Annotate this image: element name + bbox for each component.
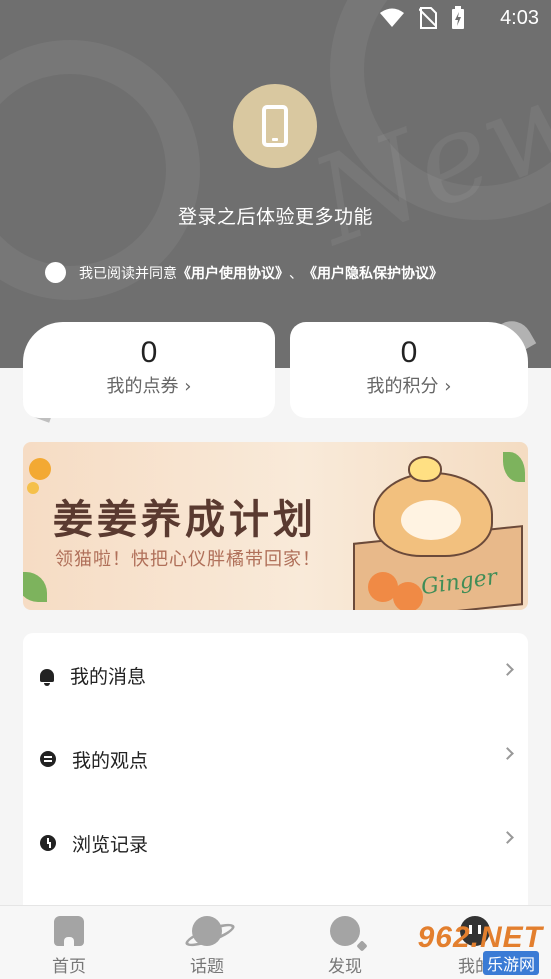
no-sim-icon <box>419 7 437 29</box>
user-agreement-link[interactable]: 《用户使用协议》 <box>177 263 289 283</box>
status-time: 4:03 <box>500 7 539 29</box>
battery-charging-icon <box>452 6 464 29</box>
chevron-right-icon <box>501 831 514 844</box>
points-count: 0 <box>400 336 418 369</box>
agreement-prefix: 我已阅读并同意 <box>79 265 177 282</box>
watermark-main: 962.NET <box>417 921 543 954</box>
bell-icon <box>40 668 54 686</box>
chevron-right-icon <box>501 747 514 760</box>
watermark-sub: 乐游网 <box>482 951 539 975</box>
menu-item-messages[interactable]: 我的消息 <box>23 633 528 717</box>
clock-icon <box>40 835 56 851</box>
wifi-icon <box>380 8 404 27</box>
agreement-separator: 、 <box>289 265 303 282</box>
coupon-label: 我的点券 › <box>106 376 192 397</box>
nav-home[interactable]: 首页 <box>24 906 114 977</box>
cat-face <box>401 500 461 540</box>
chick-illustration <box>408 456 442 482</box>
home-icon <box>54 916 84 946</box>
watermark-logo: 962.NET 乐游网 <box>407 921 543 975</box>
status-bar: 4:03 <box>0 0 551 38</box>
status-icons <box>379 6 465 30</box>
coupon-card[interactable]: 0 我的点券 › <box>23 322 275 418</box>
orange-decoration <box>393 582 423 610</box>
nav-topics[interactable]: 话题 <box>162 906 252 977</box>
menu-item-label: 我的消息 <box>70 665 147 688</box>
banner-title: 姜姜养成计划 <box>53 496 317 543</box>
flower-decoration <box>29 458 51 480</box>
menu-item-opinions[interactable]: 我的观点 <box>23 717 528 801</box>
agreement-row: 我已阅读并同意 《用户使用协议》 、 《用户隐私保护协议》 <box>45 262 443 283</box>
banner-subtitle: 领猫啦！快把心仪胖橘带回家！ <box>55 549 321 570</box>
profile-header: New 4:03 登录之后体验更多功能 我已阅读并同意 《用户使用协议》 、 《… <box>0 0 551 368</box>
discover-icon <box>330 916 360 946</box>
flower-decoration <box>27 482 39 494</box>
planet-icon <box>192 916 222 946</box>
points-label: 我的积分 › <box>366 376 452 397</box>
phone-icon <box>262 105 288 147</box>
menu-list: 我的消息 我的观点 浏览记录 <box>23 633 528 933</box>
agreement-checkbox[interactable] <box>45 262 66 283</box>
nav-discover[interactable]: 发现 <box>300 906 390 977</box>
menu-item-label: 我的观点 <box>72 749 149 772</box>
nav-label: 话题 <box>190 957 224 977</box>
nav-label: 首页 <box>52 957 86 977</box>
background-decoration <box>0 40 200 300</box>
coupon-count: 0 <box>140 336 158 369</box>
leaf-decoration <box>23 572 47 602</box>
avatar[interactable] <box>233 84 317 168</box>
menu-item-label: 浏览记录 <box>72 833 149 856</box>
promo-banner[interactable]: 姜姜养成计划 领猫啦！快把心仪胖橘带回家！ Ginger <box>23 442 528 610</box>
leaf-decoration <box>503 452 525 482</box>
comment-icon <box>40 751 56 767</box>
nav-label: 发现 <box>328 957 362 977</box>
points-card[interactable]: 0 我的积分 › <box>290 322 528 418</box>
privacy-agreement-link[interactable]: 《用户隐私保护协议》 <box>303 263 443 283</box>
login-prompt[interactable]: 登录之后体验更多功能 <box>0 202 551 229</box>
chevron-right-icon <box>501 663 514 676</box>
menu-item-history[interactable]: 浏览记录 <box>23 801 528 885</box>
